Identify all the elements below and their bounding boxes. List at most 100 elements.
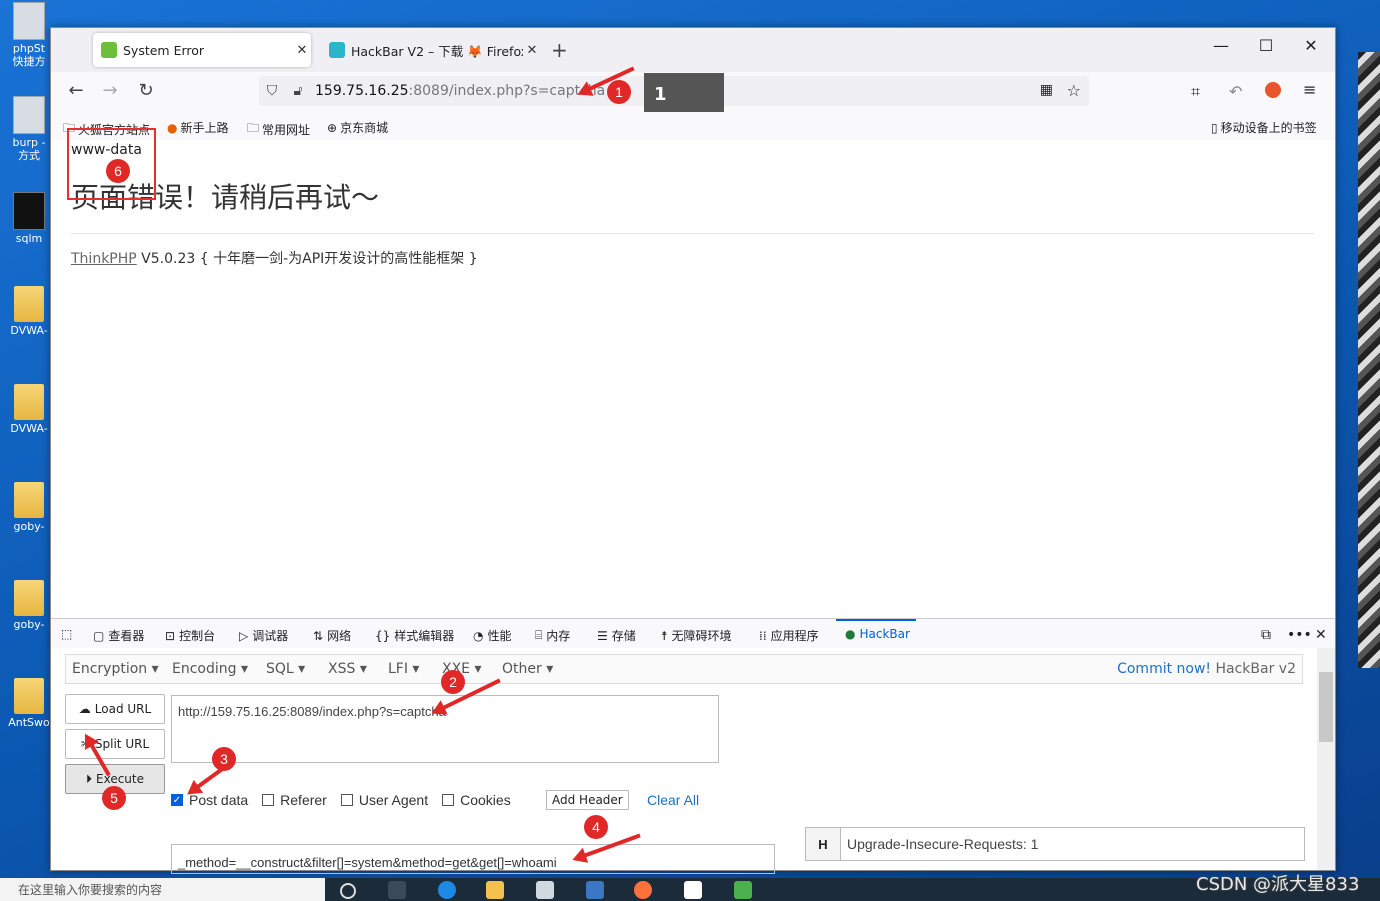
devtools-tab-debugger[interactable]: ▷ 调试器: [239, 627, 288, 644]
more-icon[interactable]: •••: [1287, 627, 1312, 643]
desktop-icon-goby-2[interactable]: goby-: [6, 580, 52, 631]
url-tooltip: 1: [644, 73, 724, 115]
back-icon[interactable]: ←: [63, 80, 89, 101]
desktop-icon-phpstudy[interactable]: phpSt 快捷方: [6, 2, 52, 68]
new-tab-button[interactable]: +: [551, 38, 568, 62]
post-data-textarea[interactable]: _method=__construct&filter[]=system&meth…: [171, 844, 775, 874]
devtools-tab-application[interactable]: ⁞⁞ 应用程序: [759, 627, 819, 644]
search-icon[interactable]: [340, 883, 356, 899]
menu-lfi[interactable]: LFI ▾: [388, 661, 419, 677]
header-key: H: [806, 828, 841, 860]
close-icon[interactable]: ✕: [523, 43, 541, 58]
qr-code-icon[interactable]: ▦: [1040, 82, 1053, 98]
folder-icon: [14, 678, 44, 714]
devtools-tab-console[interactable]: ⊡ 控制台: [165, 627, 215, 644]
split-url-button[interactable]: ✂Split URL: [65, 729, 165, 759]
extension-icon[interactable]: [1265, 82, 1281, 98]
header-value-input[interactable]: Upgrade-Insecure-Requests: 1: [841, 836, 1038, 852]
referer-option[interactable]: Referer: [262, 792, 327, 808]
task-view-icon[interactable]: [388, 881, 406, 899]
folder-icon: [14, 482, 44, 518]
menu-other[interactable]: Other ▾: [502, 661, 553, 677]
desktop-icon-dvwa-2[interactable]: DVWA-: [6, 384, 52, 435]
forward-icon[interactable]: →: [97, 80, 123, 101]
lock-icon[interactable]: 🔓︎: [285, 83, 311, 99]
gear-icon: [13, 96, 45, 134]
crop-icon[interactable]: ⌗: [1191, 82, 1200, 102]
maximize-icon[interactable]: ☐: [1246, 36, 1286, 55]
dock-icon[interactable]: ⧉: [1261, 627, 1271, 643]
scrollbar-thumb[interactable]: [1319, 672, 1333, 742]
checkbox-icon[interactable]: [340, 794, 353, 806]
checkbox-icon[interactable]: [262, 794, 275, 806]
devtools-tab-network[interactable]: ⇅ 网络: [313, 627, 351, 644]
star-icon[interactable]: ☆: [1067, 81, 1081, 100]
close-window-icon[interactable]: ✕: [1291, 36, 1331, 55]
page-content: www-data 页面错误！请稍后再试～ ThinkPHP V5.0.23 { …: [51, 140, 1335, 618]
bookmark-item[interactable]: 🗀 常用网址: [247, 119, 310, 140]
firefox-window: System Error ✕ HackBar V2 – 下载 🦊 Firefox…: [50, 27, 1336, 874]
devtools-tab-memory[interactable]: ⌸ 内存: [535, 627, 570, 644]
desktop-icon-burp[interactable]: burp - 方式: [6, 96, 52, 162]
devtools-tab-label: 控制台: [179, 629, 216, 643]
edge-icon[interactable]: [438, 881, 456, 899]
hackbar-icon: [329, 42, 345, 58]
close-icon[interactable]: ✕: [293, 43, 311, 58]
firefox-icon[interactable]: [634, 881, 652, 899]
mail-icon[interactable]: [586, 881, 604, 899]
desktop-icon-antsword[interactable]: AntSwo: [6, 678, 52, 729]
user-agent-option[interactable]: User Agent: [340, 792, 428, 808]
explorer-icon[interactable]: [486, 881, 504, 899]
annotation-badge-2: 2: [441, 670, 465, 694]
app-icon[interactable]: [734, 881, 752, 899]
devtools-tab-style-editor[interactable]: {} 样式编辑器: [375, 627, 454, 644]
checkbox-icon[interactable]: [442, 794, 455, 806]
picker-icon[interactable]: ⬚: [61, 627, 76, 641]
undo-icon[interactable]: ↶: [1229, 82, 1242, 101]
desktop-icon-sqlmap[interactable]: sqlm: [6, 192, 52, 245]
tab-system-error[interactable]: System Error ✕: [93, 33, 311, 67]
devtools-tab-storage[interactable]: ☰ 存储: [597, 627, 636, 644]
devtools-tab-accessibility[interactable]: ☨ 无障碍环境: [661, 627, 732, 644]
store-icon[interactable]: [536, 881, 554, 899]
bookmark-item[interactable]: ● 新手上路: [167, 119, 229, 136]
desktop-icon-label: AntSwo: [8, 716, 50, 729]
checkbox-checked-icon[interactable]: ✓: [171, 794, 183, 806]
divider: [71, 233, 1314, 234]
post-data-option[interactable]: ✓ Post data: [171, 792, 248, 808]
load-url-button[interactable]: ☁ Load URL: [65, 694, 165, 724]
devtools-scrollbar[interactable]: [1317, 648, 1335, 870]
devtools-tab-inspector[interactable]: ▢ 查看器: [93, 627, 144, 644]
bookmark-item-mobile[interactable]: ▯ 移动设备上的书签: [1211, 119, 1317, 136]
annotation-badge-1: 1: [607, 80, 631, 104]
desktop-icon-goby-1[interactable]: goby-: [6, 482, 52, 533]
tab-hackbar[interactable]: HackBar V2 – 下载 🦊 Firefox ✕: [321, 33, 541, 67]
cookies-option[interactable]: Cookies: [442, 792, 511, 808]
devtools-tab-performance[interactable]: ◔ 性能: [473, 627, 512, 644]
thinkphp-link[interactable]: ThinkPHP: [71, 251, 137, 267]
devtools-tab-hackbar[interactable]: ● HackBar: [845, 627, 910, 641]
commit-link[interactable]: Commit now! HackBar v2: [1117, 661, 1296, 677]
menu-encryption[interactable]: Encryption ▾: [72, 661, 159, 677]
button-label: Split URL: [94, 737, 150, 751]
reload-icon[interactable]: ↻: [133, 80, 159, 101]
menu-sql[interactable]: SQL ▾: [266, 661, 305, 677]
windows-app-icon[interactable]: [684, 881, 702, 899]
folder-icon: [14, 384, 44, 420]
commit-now[interactable]: Commit now!: [1117, 661, 1211, 677]
desktop-icon-dvwa-1[interactable]: DVWA-: [6, 286, 52, 337]
close-devtools-icon[interactable]: ✕: [1315, 627, 1327, 643]
menu-encoding[interactable]: Encoding ▾: [172, 661, 248, 677]
bookmark-label: 移动设备上的书签: [1220, 121, 1317, 135]
menu-icon[interactable]: ≡: [1303, 80, 1316, 99]
minimize-icon[interactable]: —: [1201, 36, 1241, 55]
bookmark-item[interactable]: ⊕ 京东商城: [327, 119, 388, 136]
tab-title: HackBar V2 – 下载 🦊 Firefox: [351, 43, 523, 59]
url-text[interactable]: 159.75.16.25:8089/index.php?s=captcha: [315, 83, 605, 99]
taskbar-search[interactable]: 在这里输入你要搜索的内容: [0, 878, 325, 901]
version-text: V5.0.23 { 十年磨一剑-为API开发设计的高性能框架 }: [136, 251, 478, 267]
clear-all-link[interactable]: Clear All: [647, 792, 699, 808]
menu-xss[interactable]: XSS ▾: [328, 661, 367, 677]
shield-icon[interactable]: ⛉: [259, 83, 285, 99]
add-header-button[interactable]: Add Header: [546, 790, 629, 810]
